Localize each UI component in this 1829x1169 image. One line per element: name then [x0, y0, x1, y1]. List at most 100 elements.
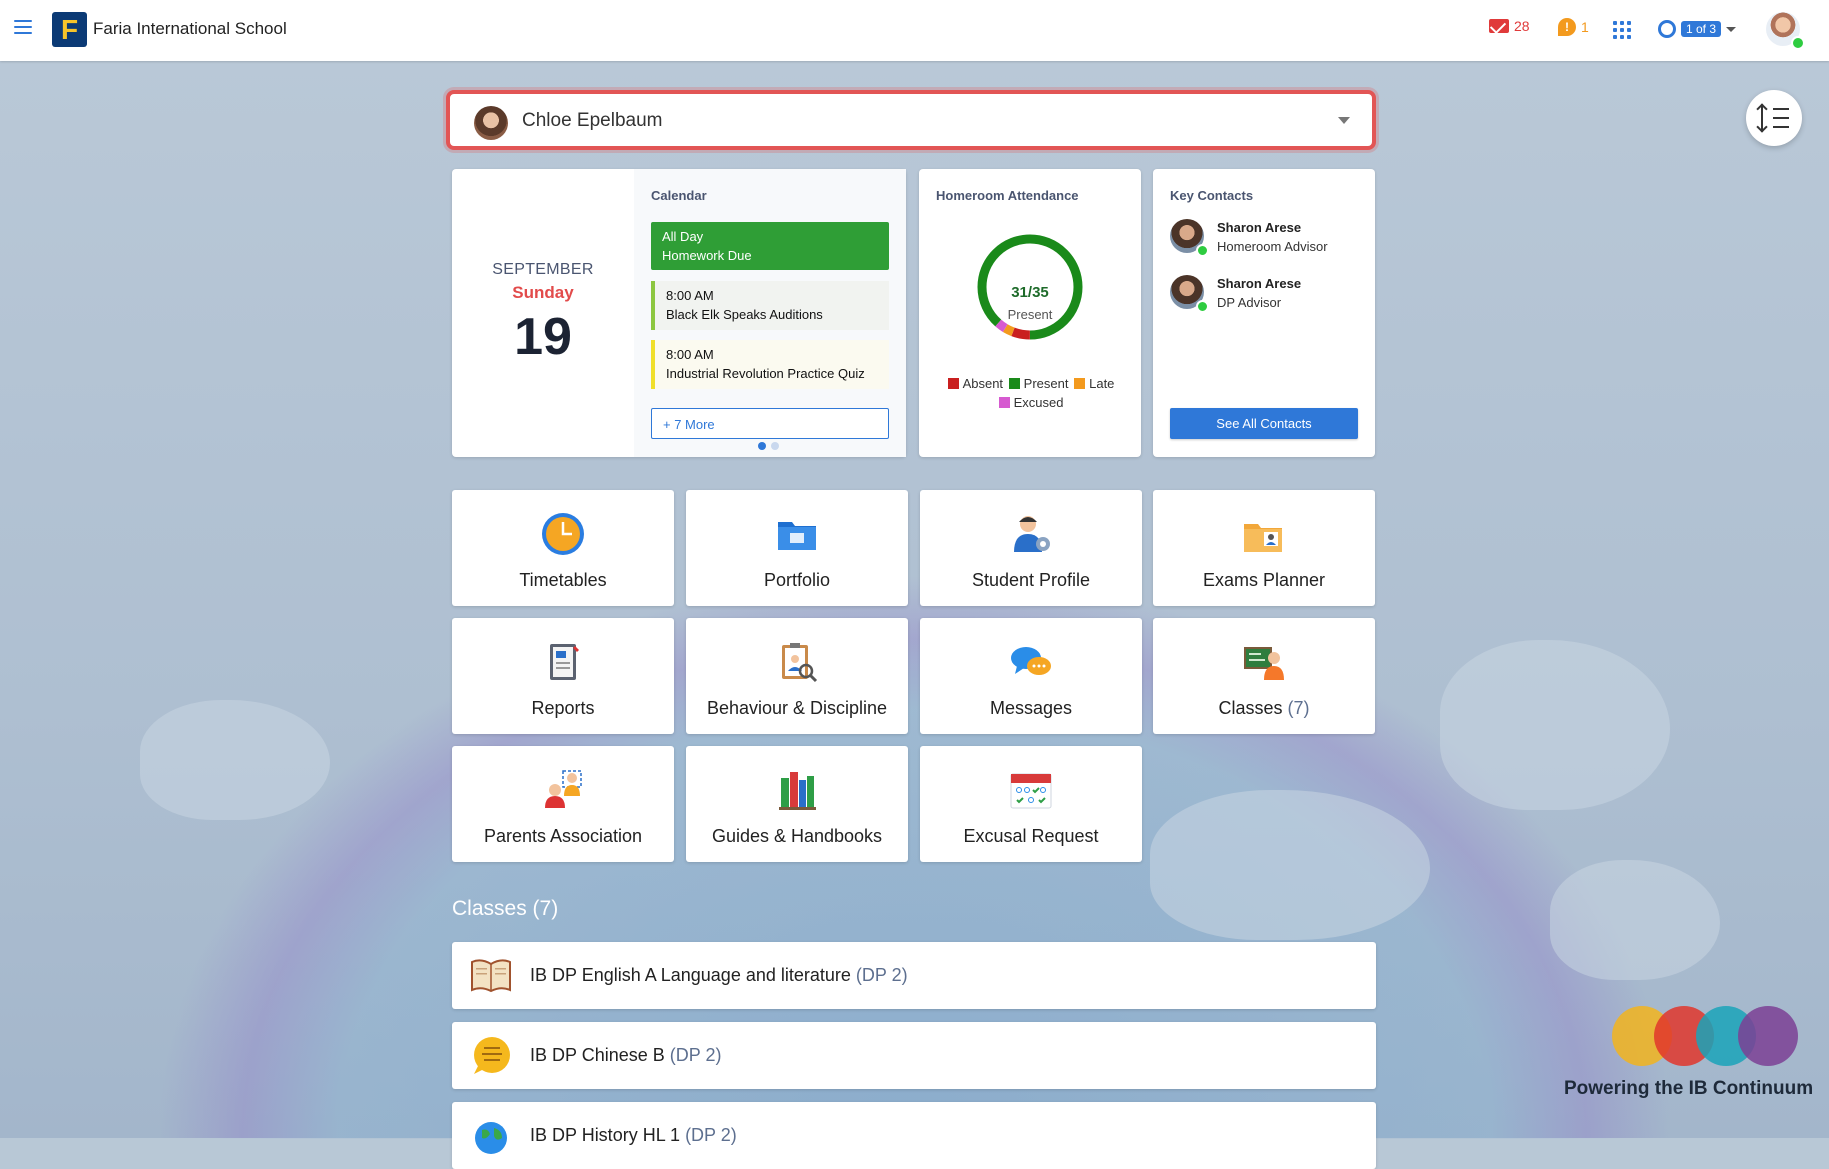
event-time: All Day	[662, 229, 704, 244]
tile-label: Reports	[531, 698, 595, 718]
student-profile-icon	[1014, 516, 1050, 552]
key-contacts-widget: Key Contacts Sharon Arese Homeroom Advis…	[1153, 169, 1375, 457]
dropdown-arrow-icon	[1338, 117, 1350, 124]
apps-button[interactable]	[1613, 21, 1631, 39]
sort-line-icon	[1773, 126, 1789, 128]
date-month: SEPTEMBER	[492, 261, 594, 278]
tile-label: Timetables	[519, 570, 607, 590]
event-title: Black Elk Speaks Auditions	[666, 307, 823, 322]
menu-icon[interactable]	[14, 20, 32, 34]
tile-reports[interactable]: Reports	[452, 618, 674, 734]
event-title: Industrial Revolution Practice Quiz	[666, 366, 865, 381]
page-dot[interactable]	[771, 442, 779, 450]
pagination-dots	[758, 442, 779, 450]
classes-section-title: Classes (7)	[452, 897, 559, 920]
online-status-icon	[1196, 244, 1209, 257]
attendance-status: Present	[1007, 307, 1053, 322]
event-title: Homework Due	[662, 248, 752, 263]
people-icon	[545, 770, 582, 808]
alerts-button[interactable]: ! 1	[1558, 18, 1589, 36]
clock-icon	[542, 513, 584, 555]
online-status-icon	[1791, 36, 1805, 50]
calendar-pane: Calendar All Day Homework Due 8:00 AM Bl…	[634, 169, 906, 457]
language-bubble-icon	[474, 1037, 510, 1074]
globe-icon	[475, 1122, 507, 1154]
class-name: IB DP English A Language and literature …	[530, 965, 908, 985]
tile-label: Student Profile	[971, 570, 1091, 590]
student-avatar	[474, 106, 508, 140]
classes-count: (7)	[1287, 698, 1310, 718]
calendar-event[interactable]: 8:00 AM Industrial Revolution Practice Q…	[651, 340, 889, 389]
class-row[interactable]: IB DP History HL 1 (DP 2)	[452, 1102, 1376, 1169]
student-selector[interactable]: Chloe Epelbaum	[446, 90, 1376, 150]
attendance-center-label: 31/35 Present	[919, 284, 1141, 322]
school-name[interactable]: Faria International School	[93, 19, 287, 39]
class-row[interactable]: IB DP English A Language and literature …	[452, 942, 1376, 1009]
school-logo[interactable]: F	[52, 12, 87, 47]
contact-name: Sharon Arese	[1217, 220, 1302, 235]
contact-name: Sharon Arese	[1217, 276, 1302, 291]
late-swatch-icon	[1074, 378, 1086, 389]
map-landmass	[1550, 860, 1720, 980]
tile-student-profile[interactable]: Student Profile	[920, 490, 1142, 606]
report-cards-icon	[550, 644, 579, 680]
legend-item-excused: Excused	[997, 395, 1063, 410]
tile-excusal-request[interactable]: Excusal Request	[920, 746, 1142, 862]
tile-label: Classes (7)	[1218, 698, 1310, 718]
class-grade: (DP 2)	[685, 1125, 737, 1145]
more-events-button[interactable]: + 7 More	[651, 408, 889, 439]
messages-button[interactable]: 28	[1489, 18, 1530, 34]
tile-label: Excusal Request	[963, 826, 1099, 846]
support-icon	[1658, 20, 1676, 38]
open-book-icon	[471, 959, 511, 993]
ib-tagline: Powering the IB Continuum	[1564, 1078, 1814, 1099]
tile-classes[interactable]: Classes (7)	[1153, 618, 1375, 734]
class-grade: (DP 2)	[855, 965, 908, 985]
event-time: 8:00 AM	[666, 347, 714, 362]
legend-item-late: Late	[1072, 376, 1114, 391]
tile-parents-association[interactable]: Parents Association	[452, 746, 674, 862]
clipboard-magnifier-icon	[782, 643, 818, 683]
legend-item-absent: Absent	[946, 376, 1003, 391]
page-dot[interactable]	[758, 442, 766, 450]
absent-swatch-icon	[947, 378, 959, 389]
class-name: IB DP History HL 1 (DP 2)	[530, 1125, 737, 1145]
contact-role: Homeroom Advisor	[1217, 239, 1328, 254]
chevron-down-icon	[1726, 26, 1737, 32]
tile-label: Exams Planner	[1202, 570, 1326, 590]
tile-label: Portfolio	[763, 570, 831, 590]
tile-portfolio[interactable]: Portfolio	[686, 490, 908, 606]
account-switch-badge: 1 of 3	[1681, 21, 1722, 37]
reorder-button[interactable]	[1746, 90, 1802, 146]
tile-guides-handbooks[interactable]: Guides & Handbooks	[686, 746, 908, 862]
present-swatch-icon	[1008, 378, 1020, 389]
tile-exams-planner[interactable]: Exams Planner	[1153, 490, 1375, 606]
tile-timetables[interactable]: Timetables	[452, 490, 674, 606]
date-weekday: Sunday	[512, 283, 574, 302]
account-switcher[interactable]: 1 of 3	[1658, 20, 1737, 38]
online-status-icon	[1196, 300, 1209, 313]
map-landmass	[140, 700, 330, 820]
calendar-event[interactable]: 8:00 AM Black Elk Speaks Auditions	[651, 281, 889, 330]
apps-grid-icon	[1613, 21, 1631, 39]
calendar-widget: SEPTEMBER Sunday 19 Calendar All Day Hom…	[452, 169, 906, 457]
folder-icon	[778, 522, 816, 550]
tile-label: Behaviour & Discipline	[706, 698, 888, 718]
books-icon	[779, 772, 816, 810]
tile-behaviour-discipline[interactable]: Behaviour & Discipline	[686, 618, 908, 734]
date-day: 19	[514, 308, 572, 366]
attendance-calendar-icon	[1010, 773, 1052, 809]
class-name: IB DP Chinese B (DP 2)	[530, 1045, 722, 1065]
sort-arrows-icon	[1761, 105, 1767, 131]
event-time: 8:00 AM	[666, 288, 714, 303]
tile-messages[interactable]: Messages	[920, 618, 1142, 734]
see-all-contacts-button[interactable]: See All Contacts	[1170, 408, 1358, 439]
sort-line-icon	[1773, 108, 1789, 110]
contact-role: DP Advisor	[1217, 295, 1282, 310]
class-row[interactable]: IB DP Chinese B (DP 2)	[452, 1022, 1376, 1089]
chat-bubbles-icon	[1011, 647, 1051, 675]
tile-label: Messages	[989, 698, 1073, 718]
calendar-event[interactable]: All Day Homework Due	[651, 222, 889, 270]
ib-circle-icon	[1738, 1006, 1798, 1066]
tile-label: Guides & Handbooks	[711, 826, 883, 846]
